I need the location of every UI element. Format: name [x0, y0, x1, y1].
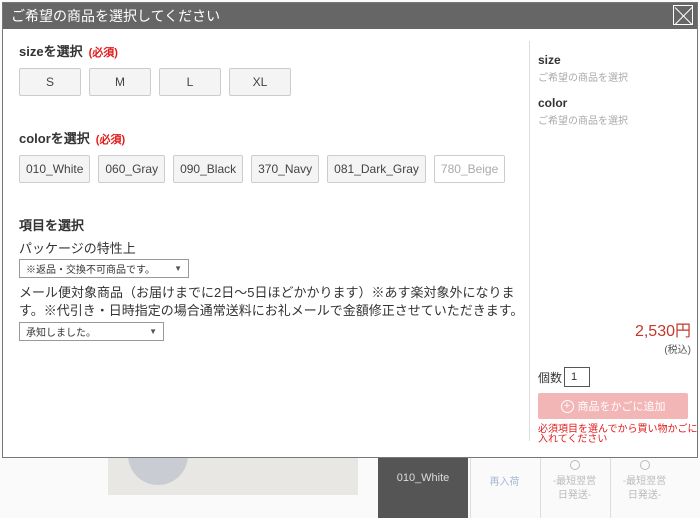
- background-stock-cell: 再入荷: [470, 458, 538, 518]
- mail-note: メール便対象商品（お届けまでに2日〜5日ほどかかります）※あす楽対象外になります…: [19, 285, 524, 318]
- modal-titlebar: ご希望の商品を選択してください: [3, 3, 697, 29]
- package-label: パッケージの特性上: [19, 241, 136, 256]
- quantity-input[interactable]: 1: [564, 367, 591, 387]
- quantity-label: 個数: [538, 370, 563, 385]
- stock-circle-icon: [639, 460, 650, 470]
- size-option-s[interactable]: S: [19, 68, 81, 96]
- color-option-beige: 780_Beige: [433, 155, 506, 183]
- required-badge: (必須): [95, 134, 126, 146]
- size-option-m[interactable]: M: [89, 68, 151, 96]
- size-option-xl[interactable]: XL: [229, 68, 291, 96]
- dropdown-arrow-icon: ▼: [174, 264, 182, 273]
- product-select-modal: ご希望の商品を選択してください sizeを選択 (必須) S M L XL col…: [2, 2, 698, 458]
- size-options: S M L XL: [19, 68, 524, 116]
- color-option-black[interactable]: 090_Black: [173, 155, 244, 183]
- package-select[interactable]: ※返品・交換不可商品です。 ▼: [19, 259, 189, 278]
- options-panel: sizeを選択 (必須) S M L XL colorを選択 (必須) 010_Wh…: [19, 41, 524, 341]
- background-product-photo: [108, 455, 358, 495]
- plus-circle-icon: +: [560, 399, 574, 413]
- color-option-dark-gray[interactable]: 081_Dark_Gray: [327, 155, 426, 183]
- size-section-title: sizeを選択 (必須): [19, 44, 118, 59]
- summary-size-label: size: [538, 53, 561, 67]
- background-stock-cell: -最短翌営 日発送-: [610, 458, 678, 518]
- background-color-cell: 010_White: [378, 458, 468, 518]
- summary-panel: size ご希望の商品を選択 color ご希望の商品を選択 2,530円 (税…: [529, 41, 698, 445]
- required-badge: (必須): [88, 47, 118, 59]
- quantity-row: 個数 1: [538, 367, 591, 387]
- dropdown-arrow-icon: ▼: [149, 327, 157, 336]
- stock-circle-icon: [569, 460, 580, 470]
- color-option-navy[interactable]: 370_Navy: [251, 155, 320, 183]
- summary-size-value: ご希望の商品を選択: [538, 73, 628, 84]
- color-option-white[interactable]: 010_White: [19, 155, 91, 183]
- summary-color-label: color: [538, 96, 568, 110]
- add-to-cart-button[interactable]: + 商品をかごに追加: [538, 393, 688, 419]
- color-options: 010_White 060_Gray 090_Black 370_Navy 08…: [19, 155, 524, 203]
- background-stock-cell: -最短翌営 日発送-: [540, 458, 608, 518]
- color-option-gray[interactable]: 060_Gray: [98, 155, 166, 183]
- close-icon[interactable]: [673, 5, 693, 25]
- mail-select[interactable]: 承知しました。 ▼: [19, 322, 164, 341]
- items-section-title: 項目を選択: [19, 218, 85, 233]
- required-warning: 必須項目を選んでから買い物かごに入れてください: [538, 424, 698, 445]
- tax-label: (税込): [664, 345, 691, 356]
- size-option-l[interactable]: L: [159, 68, 221, 96]
- modal-title: ご希望の商品を選択してください: [11, 8, 221, 24]
- color-section-title: colorを選択 (必須): [19, 131, 126, 146]
- price: 2,530円: [634, 323, 691, 340]
- summary-color-value: ご希望の商品を選択: [538, 116, 628, 127]
